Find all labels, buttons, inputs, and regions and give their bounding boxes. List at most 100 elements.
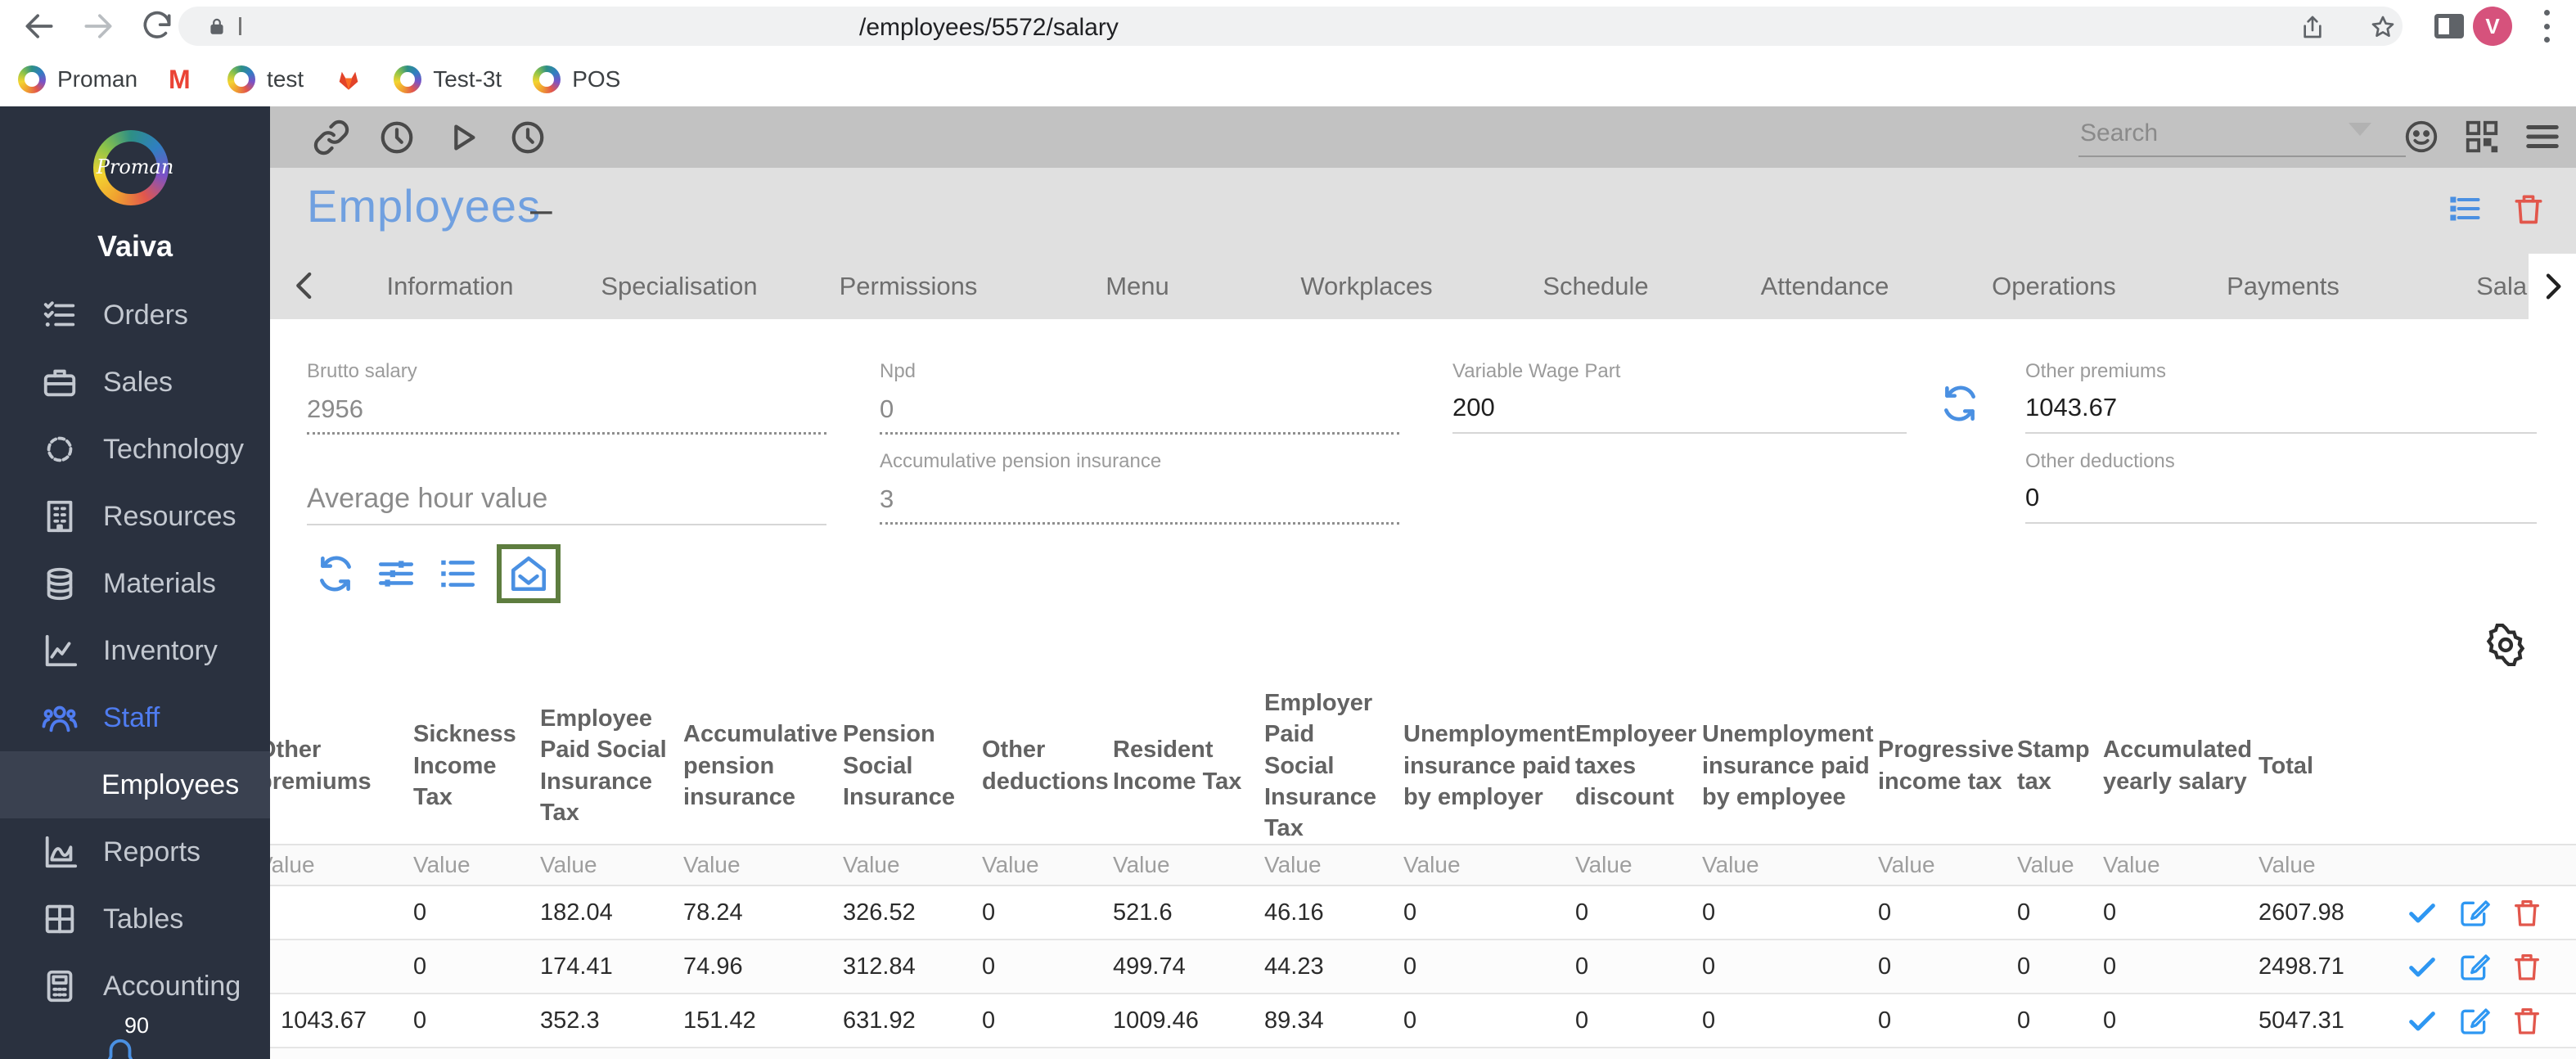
filter-value-cell[interactable]: Value (1575, 845, 1702, 885)
tabs-scroll-right-icon[interactable] (2536, 270, 2569, 303)
url-text[interactable]: /employees/5572/salary (859, 14, 1119, 42)
tab-permissions[interactable]: Permissions (794, 254, 1023, 319)
bookmark-pos[interactable]: POS (533, 65, 620, 93)
column-header[interactable]: Resident Income Tax (1113, 687, 1264, 844)
reload-icon[interactable] (139, 8, 175, 44)
filter-value-cell[interactable]: Value (1878, 845, 2017, 885)
sidebar-item-tables[interactable]: Tables (0, 886, 270, 953)
filter-value-cell[interactable]: Value (2103, 845, 2259, 885)
filter-value-cell[interactable]: Value (1264, 845, 1403, 885)
filter-value-cell[interactable]: Value (843, 845, 982, 885)
hamburger-menu-icon[interactable] (2524, 118, 2561, 155)
sidebar-item-sales[interactable]: Sales (0, 349, 270, 416)
column-header[interactable]: Accumulative pension insurance (683, 687, 843, 844)
time-clock-icon[interactable] (509, 119, 547, 156)
column-header[interactable]: Sickness Income Tax (413, 687, 540, 844)
edit-row-icon[interactable] (2458, 896, 2491, 929)
browser-menu-icon[interactable] (2543, 10, 2550, 43)
column-header[interactable]: Unemployment insurance paid by employee (1702, 687, 1878, 844)
tab-operations[interactable]: Operations (1939, 254, 2168, 319)
sliders-icon[interactable] (376, 553, 417, 594)
search-input[interactable] (2078, 115, 2406, 157)
delete-row-icon[interactable] (2511, 950, 2543, 983)
sidebar-item-inventory[interactable]: Inventory (0, 617, 270, 684)
url-bar[interactable]: /employees/5572/salary (178, 7, 2403, 46)
delete-row-icon[interactable] (2511, 896, 2543, 929)
smiley-icon[interactable] (2403, 118, 2440, 155)
recalculate-icon[interactable] (1939, 383, 1980, 424)
edit-row-icon[interactable] (2458, 1004, 2491, 1037)
column-header[interactable]: Progressive income tax (1878, 687, 2017, 844)
qr-code-icon[interactable] (2463, 118, 2501, 155)
filter-value-cell[interactable]: Value (270, 845, 413, 885)
filter-value-cell[interactable]: Value (2259, 845, 2406, 885)
tab-menu[interactable]: Menu (1023, 254, 1252, 319)
bookmark-star-icon[interactable] (2370, 14, 2396, 40)
other-deductions-input[interactable] (2025, 480, 2537, 524)
sidebar-subitem-employees[interactable]: Employees (0, 751, 270, 818)
other-premiums-input[interactable] (2025, 390, 2537, 434)
column-header[interactable]: Total (2259, 687, 2406, 844)
delete-record-icon[interactable] (2511, 191, 2547, 227)
tab-schedule[interactable]: Schedule (1481, 254, 1710, 319)
confirm-check-icon[interactable] (2406, 950, 2439, 983)
sidebar-item-orders[interactable]: Orders (0, 282, 270, 349)
filter-value-cell[interactable]: Value (1403, 845, 1575, 885)
sidebar-item-staff[interactable]: Staff (0, 684, 270, 751)
filter-value-cell[interactable]: Value (413, 845, 540, 885)
bell-icon[interactable] (101, 1036, 139, 1059)
forward-icon[interactable] (80, 8, 116, 44)
bookmark-gitlab-favicon[interactable] (335, 65, 363, 93)
column-header[interactable]: Employeer taxes discount (1575, 687, 1702, 844)
column-header[interactable]: Stamp tax (2017, 687, 2103, 844)
column-header[interactable]: Employee Paid Social Insurance Tax (540, 687, 683, 844)
bookmark-test-3t[interactable]: Test-3t (394, 65, 502, 93)
edit-row-icon[interactable] (2458, 950, 2491, 983)
filter-value-cell[interactable]: Value (1113, 845, 1264, 885)
filter-value-cell[interactable]: Value (540, 845, 683, 885)
list-view-icon[interactable] (2447, 191, 2483, 227)
refresh-icon[interactable] (315, 553, 356, 594)
tab-information[interactable]: Information (336, 254, 565, 319)
profile-avatar[interactable]: V (2473, 7, 2512, 46)
table-cell: 47.82 (270, 1048, 413, 1059)
list-icon[interactable] (436, 553, 477, 594)
filter-value-cell[interactable]: Value (982, 845, 1113, 885)
delete-row-icon[interactable] (2511, 1004, 2543, 1037)
tab-workplaces[interactable]: Workplaces (1252, 254, 1481, 319)
column-header[interactable]: Unemployment insurance paid by employer (1403, 687, 1575, 844)
column-header[interactable]: Pension Social Insurance (843, 687, 982, 844)
average-hour-value-input[interactable] (307, 481, 826, 525)
tab-attendance[interactable]: Attendance (1710, 254, 1939, 319)
tabs-scroll-left-icon[interactable] (288, 268, 322, 303)
share-icon[interactable] (2299, 14, 2326, 40)
link-icon[interactable] (313, 119, 350, 156)
sidebar-item-reports[interactable]: Reports (0, 818, 270, 886)
table-settings-gear-icon[interactable] (2484, 623, 2527, 667)
filter-value-cell[interactable]: Value (683, 845, 843, 885)
tab-specialisation[interactable]: Specialisation (565, 254, 794, 319)
column-header[interactable]: Other premiums (270, 687, 413, 844)
side-panel-icon[interactable] (2434, 14, 2464, 38)
sidebar-item-resources[interactable]: Resources (0, 483, 270, 550)
column-header[interactable]: Other deductions (982, 687, 1113, 844)
sidebar-item-materials[interactable]: Materials (0, 550, 270, 617)
bookmark-test[interactable]: test (227, 65, 304, 93)
back-icon[interactable] (21, 8, 57, 44)
column-header[interactable]: Employer Paid Social Insurance Tax (1264, 687, 1403, 844)
sidebar-item-accounting[interactable]: Accounting (0, 953, 270, 1020)
bookmark-proman[interactable]: Proman (18, 65, 137, 93)
table-cell: 0 (2103, 899, 2117, 926)
sidebar-item-technology[interactable]: Technology (0, 416, 270, 483)
filter-value-cell[interactable]: Value (2017, 845, 2103, 885)
confirm-check-icon[interactable] (2406, 1004, 2439, 1037)
column-header[interactable]: Accumulated yearly salary (2103, 687, 2259, 844)
confirm-check-icon[interactable] (2406, 896, 2439, 929)
play-icon[interactable] (444, 119, 481, 156)
send-payslip-button[interactable] (497, 544, 561, 603)
bookmark-gmail-favicon[interactable]: M (169, 65, 196, 93)
variable-wage-part-input[interactable] (1452, 390, 1907, 434)
tab-payments[interactable]: Payments (2168, 254, 2398, 319)
history-clock-icon[interactable] (378, 119, 416, 156)
filter-value-cell[interactable]: Value (1702, 845, 1878, 885)
